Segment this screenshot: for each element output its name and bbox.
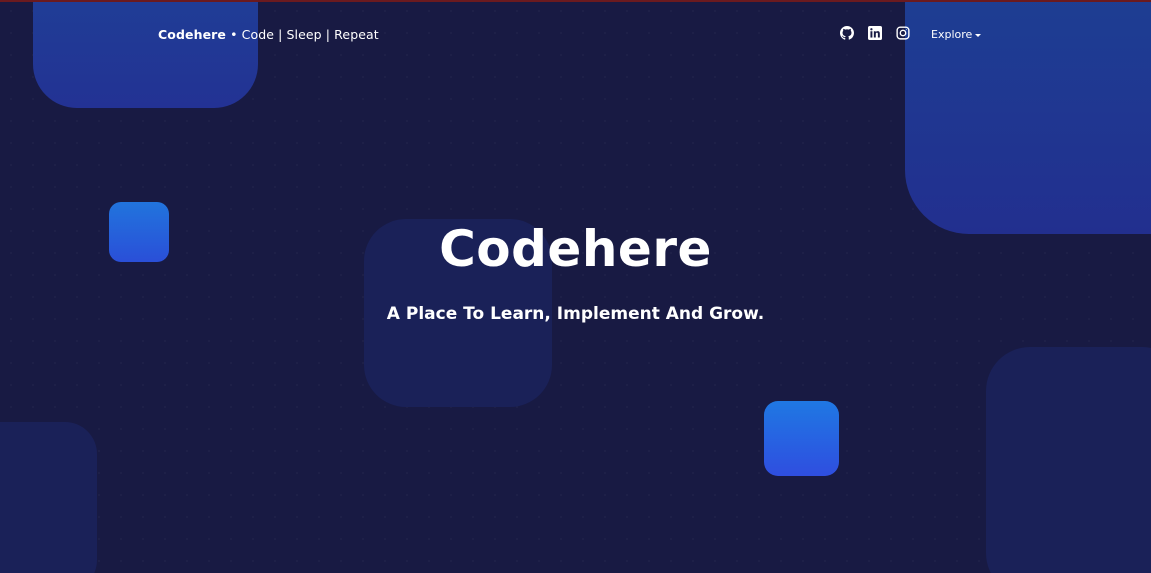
brand-name: Codehere	[158, 27, 227, 42]
decorative-square-right	[764, 401, 839, 476]
brand-tagline: • Code | Sleep | Repeat	[226, 27, 379, 42]
explore-dropdown[interactable]: Explore	[931, 28, 982, 41]
decorative-shape-bottom-left	[0, 422, 97, 573]
navbar: Codehere • Code | Sleep | Repeat Explore	[0, 0, 1151, 70]
hero-subtitle: A Place To Learn, Implement And Grow.	[386, 304, 765, 324]
decorative-shape-bottom-right	[986, 347, 1151, 573]
explore-label: Explore	[931, 28, 973, 41]
linkedin-icon[interactable]	[868, 26, 882, 40]
chevron-down-icon	[975, 33, 982, 37]
top-border	[0, 0, 1151, 2]
github-icon[interactable]	[840, 26, 854, 40]
landing-page: Codehere • Code | Sleep | Repeat Explore…	[0, 0, 1151, 573]
hero-title: Codehere	[439, 220, 712, 278]
brand-link[interactable]: Codehere • Code | Sleep | Repeat	[158, 27, 379, 42]
instagram-icon[interactable]	[896, 26, 910, 40]
